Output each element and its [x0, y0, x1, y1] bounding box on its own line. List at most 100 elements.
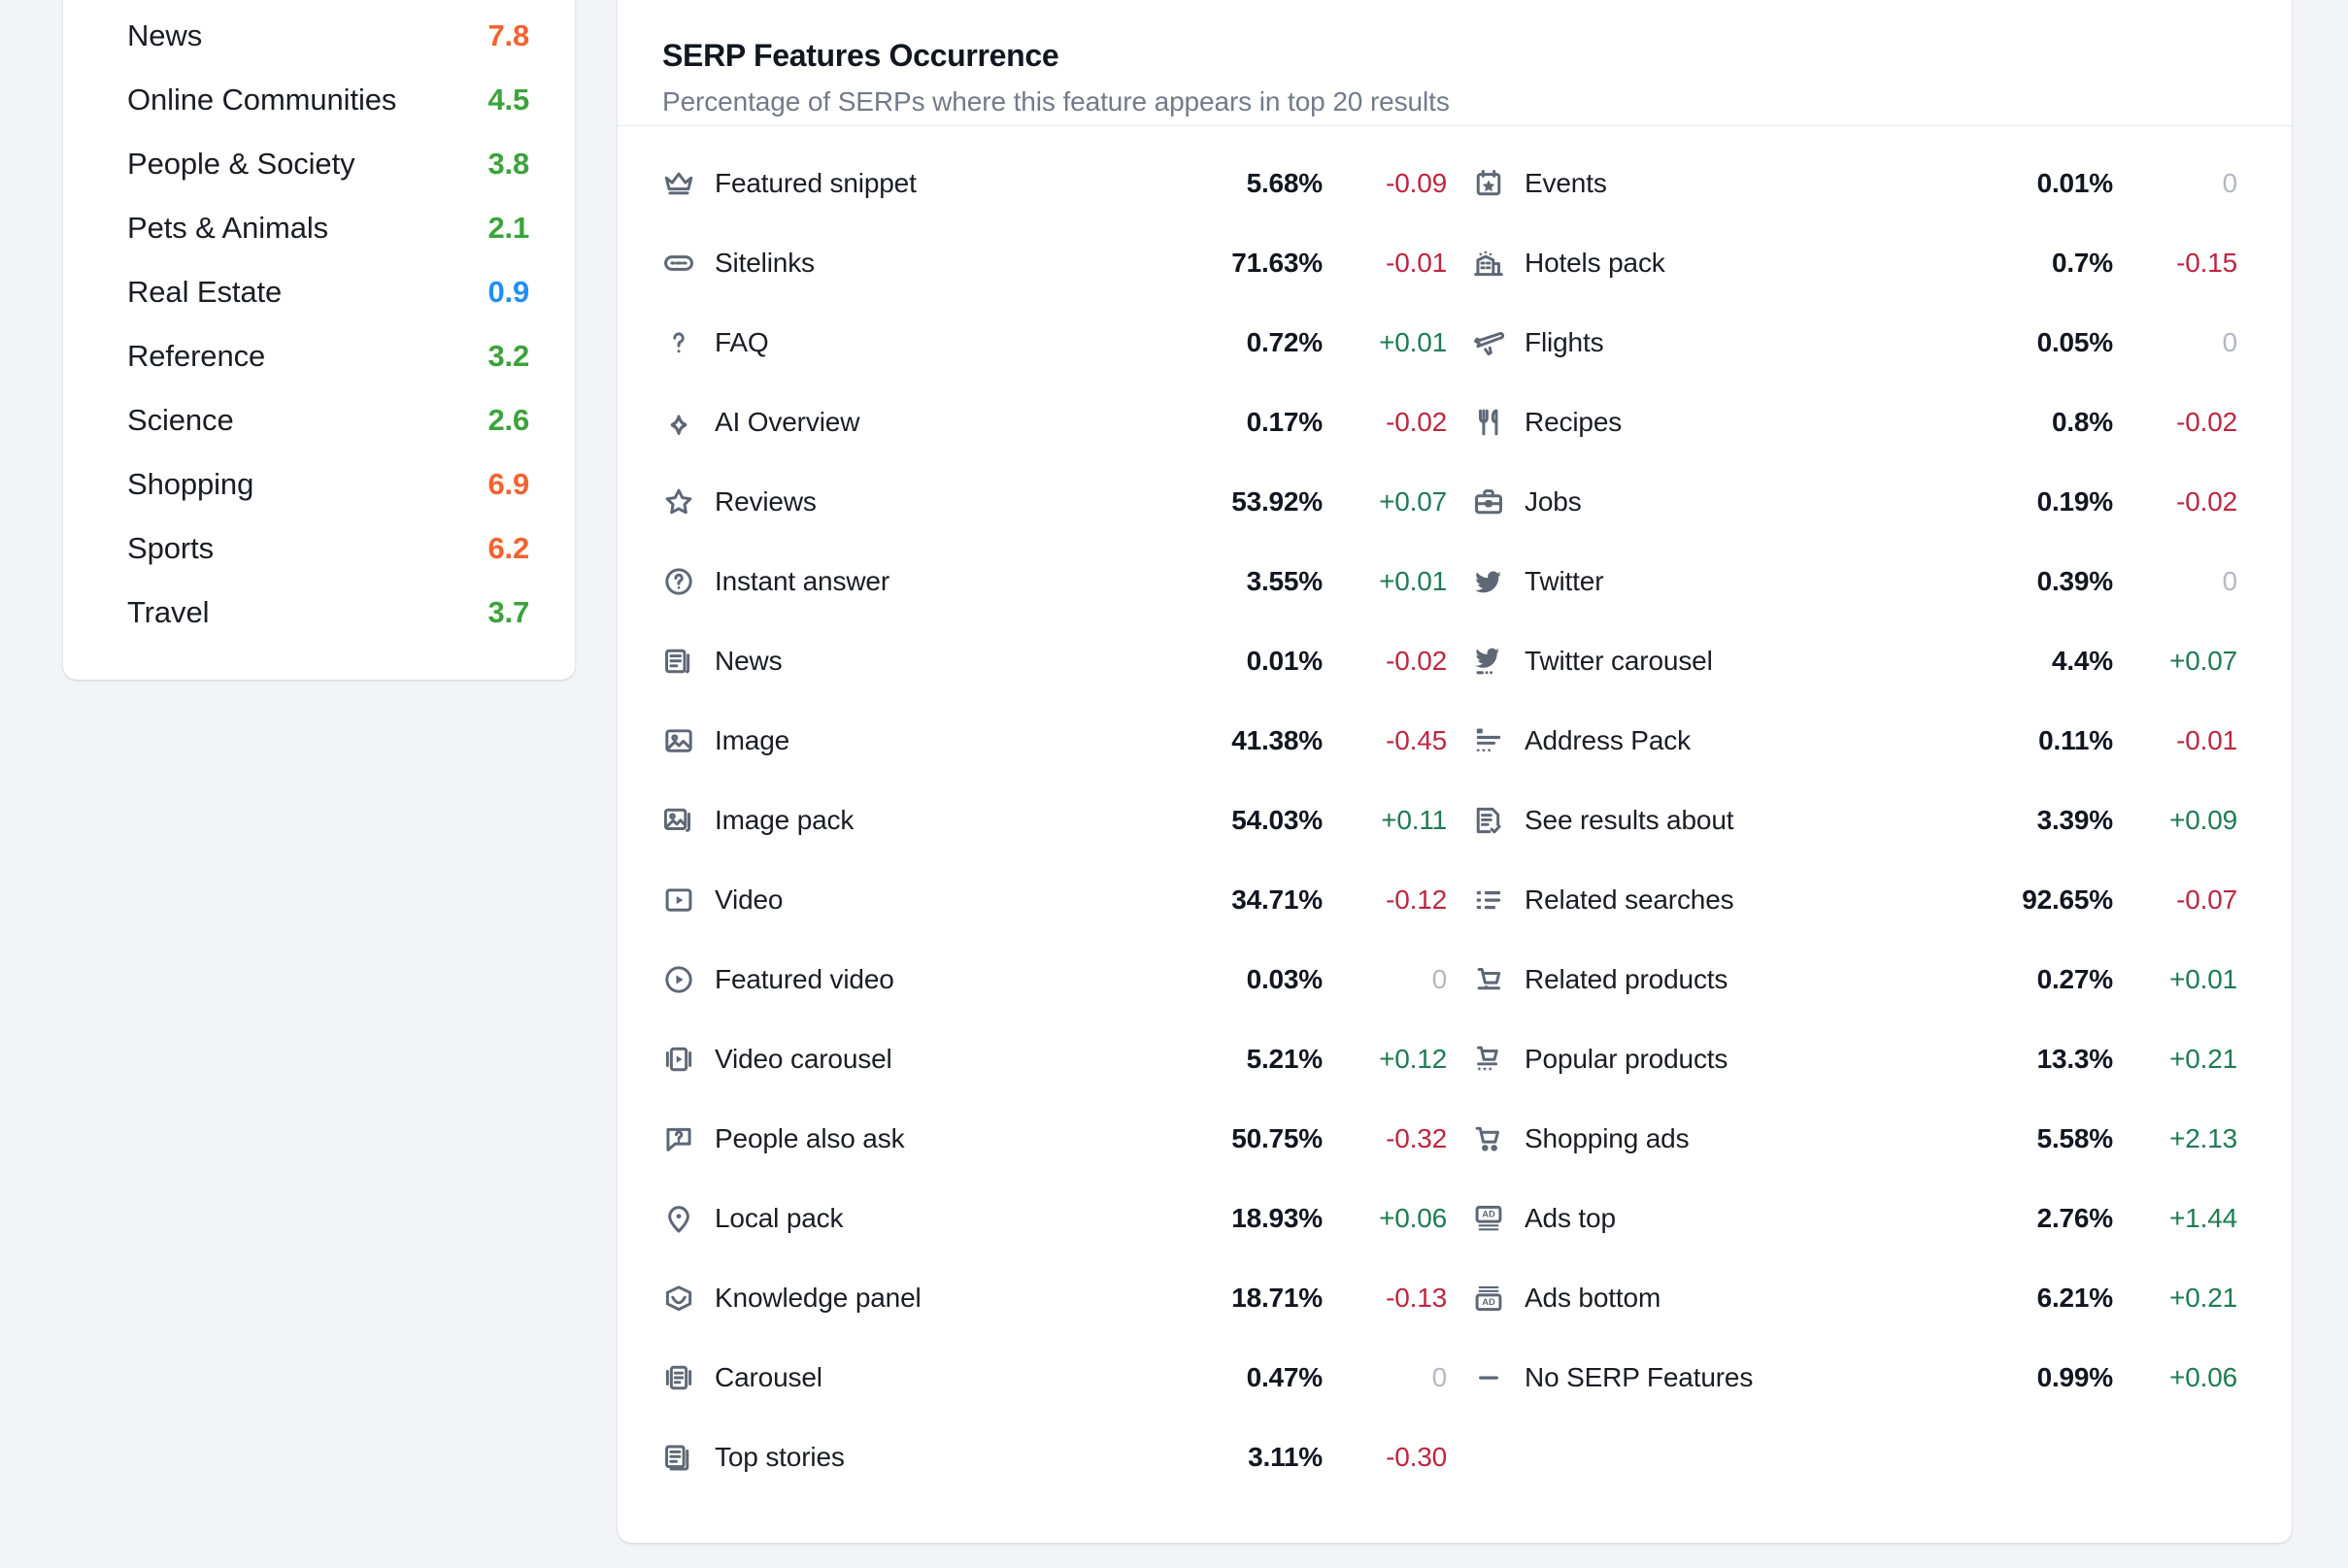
table-row[interactable]: Popular products 13.3% +0.21 [1472, 1019, 2237, 1099]
table-row[interactable]: FAQ 0.72% +0.01 [662, 303, 1447, 383]
feature-label: Related products [1525, 964, 1728, 994]
feature-value: 0.01% [2036, 168, 2114, 198]
feature-delta: -0.45 [1386, 725, 1447, 755]
table-row[interactable]: Top stories 3.11% -0.30 [662, 1418, 1447, 1497]
category-row[interactable]: Pets & Animals 2.1 [63, 196, 575, 260]
category-row[interactable]: Sports 6.2 [63, 517, 575, 581]
question-mark-icon [662, 326, 715, 359]
table-row[interactable]: Twitter carousel 4.4% +0.07 [1472, 621, 2237, 701]
table-row[interactable]: Image 41.38% -0.45 [662, 701, 1447, 781]
features-column-left: Featured snippet 5.68% -0.09 Sitelinks 71.63… [618, 144, 1455, 1497]
feature-delta: +2.13 [2169, 1123, 2237, 1153]
category-row[interactable]: Science 2.6 [63, 388, 575, 452]
carousel-icon [662, 1361, 715, 1394]
feature-value: 18.93% [1231, 1203, 1323, 1233]
table-row[interactable]: News 0.01% -0.02 [662, 621, 1447, 701]
feature-label: Events [1525, 168, 1607, 198]
flights-icon [1472, 326, 1525, 359]
table-row[interactable]: Knowledge panel 18.71% -0.13 [662, 1258, 1447, 1338]
table-row[interactable]: Twitter 0.39% 0 [1472, 542, 2237, 621]
category-row[interactable]: Reference 3.2 [63, 324, 575, 388]
table-row[interactable]: Flights 0.05% 0 [1472, 303, 2237, 383]
table-row[interactable]: Local pack 18.93% +0.06 [662, 1179, 1447, 1258]
dash-icon [1472, 1361, 1525, 1394]
table-row[interactable]: Shopping ads 5.58% +2.13 [1472, 1099, 2237, 1179]
feature-value: 5.21% [1246, 1044, 1324, 1074]
feature-label: Shopping ads [1525, 1123, 1690, 1153]
feature-value: 34.71% [1231, 884, 1323, 915]
feature-delta: -0.07 [2176, 884, 2237, 915]
feature-delta: -0.15 [2176, 248, 2237, 278]
category-row[interactable]: People & Society 3.8 [63, 132, 575, 196]
feature-label: Local pack [715, 1203, 844, 1233]
feature-value: 92.65% [2022, 884, 2113, 915]
table-row[interactable]: Carousel 0.47% 0 [662, 1338, 1447, 1418]
category-label: Online Communities [127, 83, 397, 117]
category-row[interactable]: Online Communities 4.5 [63, 68, 575, 132]
feature-label: News [715, 646, 783, 676]
table-row[interactable]: AI Overview 0.17% -0.02 [662, 383, 1447, 462]
table-row[interactable]: Related products 0.27% +0.01 [1472, 940, 2237, 1019]
table-row[interactable]: Instant answer 3.55% +0.01 [662, 542, 1447, 621]
category-score: 6.2 [487, 531, 530, 565]
people-also-ask-icon [662, 1122, 715, 1155]
table-row[interactable]: Hotels pack 0.7% -0.15 [1472, 223, 2237, 303]
feature-label: Instant answer [715, 566, 889, 596]
table-row[interactable]: No SERP Features 0.99% +0.06 [1472, 1338, 2237, 1418]
feature-value: 0.47% [1246, 1362, 1324, 1392]
feature-label: See results about [1525, 805, 1734, 835]
table-row[interactable]: Related searches 92.65% -0.07 [1472, 860, 2237, 940]
table-row[interactable]: AD Ads bottom 6.21% +0.21 [1472, 1258, 2237, 1338]
feature-label: AI Overview [715, 407, 860, 437]
category-score: 6.9 [487, 467, 530, 501]
feature-value: 50.75% [1231, 1123, 1323, 1153]
category-score: 2.1 [487, 211, 530, 245]
feature-delta: +1.44 [2169, 1203, 2237, 1233]
jobs-icon [1472, 485, 1525, 518]
feature-label: Jobs [1525, 486, 1582, 517]
table-row[interactable]: Address Pack 0.11% -0.01 [1472, 701, 2237, 781]
feature-delta: +0.11 [1381, 805, 1447, 835]
category-score: 2.6 [487, 403, 530, 437]
table-row[interactable]: Featured snippet 5.68% -0.09 [662, 144, 1447, 223]
table-row[interactable]: Sitelinks 71.63% -0.01 [662, 223, 1447, 303]
table-row[interactable]: Recipes 0.8% -0.02 [1472, 383, 2237, 462]
feature-delta: -0.30 [1386, 1442, 1447, 1472]
feature-label: Flights [1525, 327, 1604, 357]
table-row[interactable]: Jobs 0.19% -0.02 [1472, 462, 2237, 542]
table-row[interactable]: See results about 3.39% +0.09 [1472, 781, 2237, 860]
category-row[interactable]: Real Estate 0.9 [63, 260, 575, 324]
table-row[interactable]: Image pack 54.03% +0.11 [662, 781, 1447, 860]
category-score: 0.9 [487, 275, 530, 309]
category-row[interactable]: Travel 3.7 [63, 581, 575, 645]
feature-label: Featured video [715, 964, 894, 994]
table-row[interactable]: Events 0.01% 0 [1472, 144, 2237, 223]
page-title: SERP Features Occurrence [662, 38, 1059, 73]
category-label: Real Estate [127, 275, 283, 309]
table-row[interactable]: Video 34.71% -0.12 [662, 860, 1447, 940]
table-row[interactable]: Featured video 0.03% 0 [662, 940, 1447, 1019]
table-row[interactable]: Reviews 53.92% +0.07 [662, 462, 1447, 542]
category-list: Law & Government2.6News7.8Online Communi… [63, 0, 575, 645]
video-carousel-icon [662, 1043, 715, 1076]
feature-delta: -0.02 [2176, 407, 2237, 437]
feature-value: 0.19% [2036, 486, 2114, 517]
feature-value: 54.03% [1231, 805, 1323, 835]
table-row[interactable]: People also ask 50.75% -0.32 [662, 1099, 1447, 1179]
feature-value: 0.05% [2036, 327, 2114, 357]
table-row[interactable]: Video carousel 5.21% +0.12 [662, 1019, 1447, 1099]
category-row[interactable]: Shopping 6.9 [63, 452, 575, 517]
feature-value: 5.58% [2036, 1123, 2114, 1153]
feature-delta: -0.32 [1386, 1123, 1447, 1153]
feature-label: Twitter [1525, 566, 1604, 596]
features-table: Featured snippet 5.68% -0.09 Sitelinks 71.63… [618, 126, 2292, 1497]
feature-delta: +0.01 [1379, 327, 1447, 357]
feature-value: 13.3% [2036, 1044, 2114, 1074]
sitelinks-icon [662, 247, 715, 280]
feature-label: Recipes [1525, 407, 1623, 437]
table-row[interactable]: AD Ads top 2.76% +1.44 [1472, 1179, 2237, 1258]
feature-value: 0.72% [1246, 327, 1324, 357]
feature-value: 41.38% [1231, 725, 1323, 755]
category-row[interactable]: News 7.8 [63, 4, 575, 68]
page-root: Law & Government2.6News7.8Online Communi… [0, 0, 2348, 1568]
